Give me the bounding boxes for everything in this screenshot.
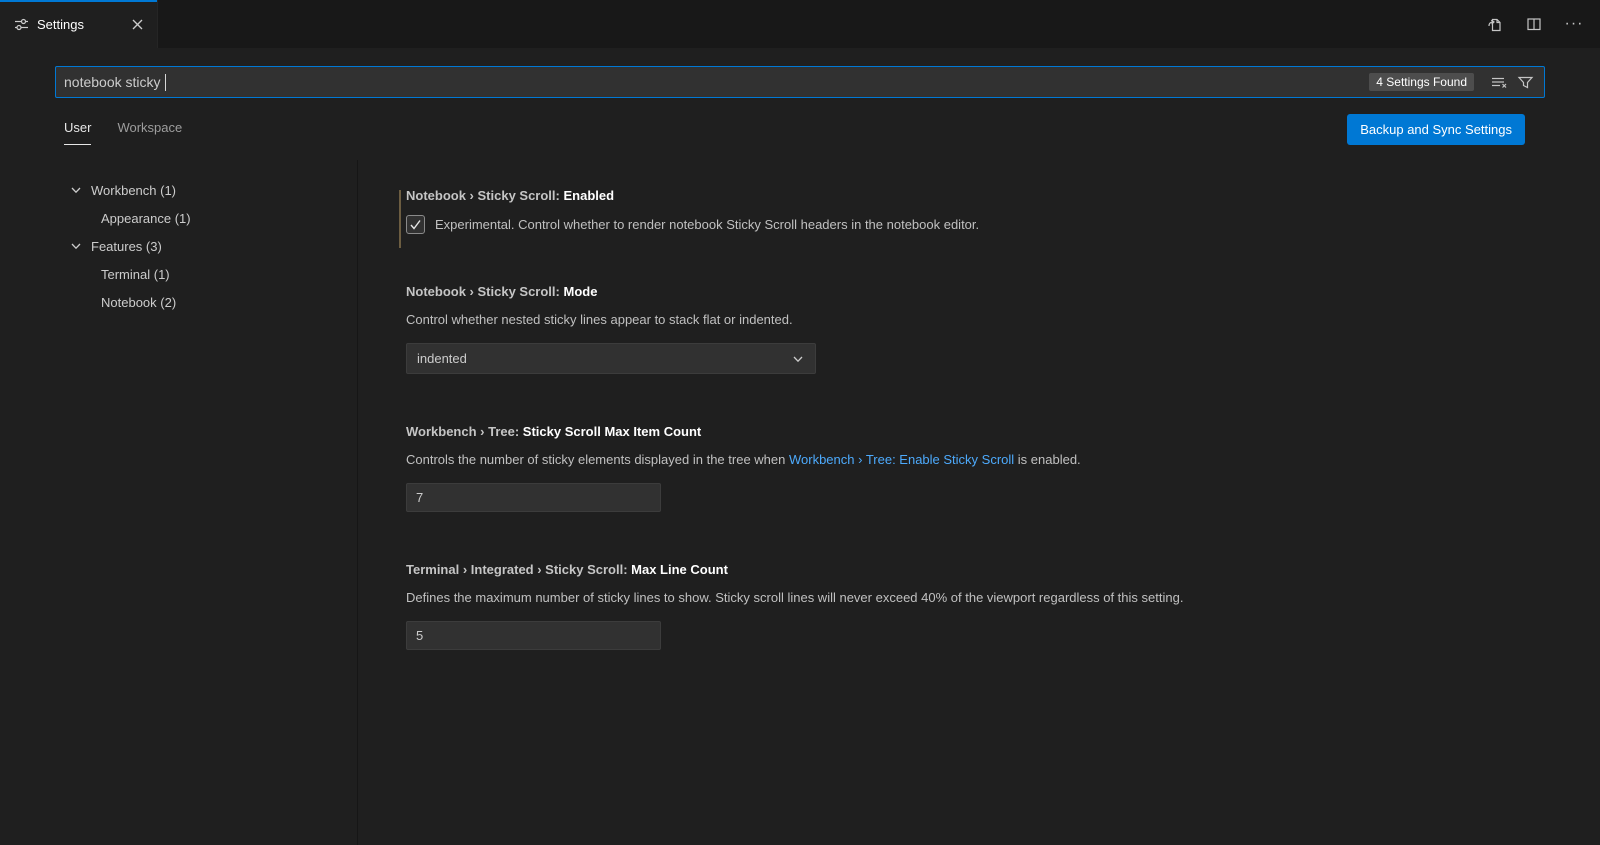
- setting-description: Defines the maximum number of sticky lin…: [406, 590, 1183, 605]
- checkmark-icon: [409, 218, 422, 231]
- clear-search-icon[interactable]: [1488, 71, 1510, 93]
- setting-title: Notebook › Sticky Scroll: Enabled: [406, 188, 1560, 203]
- setting-description: Control whether nested sticky lines appe…: [406, 312, 793, 327]
- search-value: notebook sticky: [64, 74, 161, 90]
- setting-checkbox[interactable]: [406, 215, 425, 234]
- split-editor-icon[interactable]: [1522, 12, 1546, 36]
- chevron-down-icon: [69, 239, 83, 253]
- tab-close-icon[interactable]: [127, 14, 147, 34]
- setting-row-workbench-tree-sticky-scroll-max-item-count: Workbench › Tree: Sticky Scroll Max Item…: [406, 424, 1560, 512]
- open-settings-json-icon[interactable]: [1482, 12, 1506, 36]
- chevron-down-icon: [791, 352, 805, 366]
- setting-description: Experimental. Control whether to render …: [435, 216, 979, 234]
- backup-sync-settings-button[interactable]: Backup and Sync Settings: [1347, 114, 1525, 145]
- toc-item-label: Appearance (1): [101, 211, 191, 226]
- toc-item-terminal[interactable]: Terminal (1): [0, 260, 357, 288]
- toc-item-label: Notebook (2): [101, 295, 176, 310]
- toc-item-notebook[interactable]: Notebook (2): [0, 288, 357, 316]
- toc-item-label: Features (3): [91, 239, 162, 254]
- chevron-down-icon: [69, 183, 83, 197]
- filter-icon[interactable]: [1514, 71, 1536, 93]
- setting-category: Notebook › Sticky Scroll:: [406, 284, 563, 299]
- setting-title: Notebook › Sticky Scroll: Mode: [406, 284, 1560, 299]
- editor-tab-bar: Settings: [0, 0, 1600, 48]
- setting-label: Sticky Scroll Max Item Count: [523, 424, 701, 439]
- setting-category: Notebook › Sticky Scroll:: [406, 188, 563, 203]
- search-row: notebook sticky 4 Settings Found: [0, 48, 1600, 98]
- setting-number-input[interactable]: 5: [406, 621, 661, 650]
- setting-row-notebook-sticky-scroll-mode: Notebook › Sticky Scroll: Mode Control wh…: [406, 284, 1560, 374]
- text-cursor: [165, 74, 166, 91]
- number-value: 5: [416, 628, 423, 643]
- settings-sliders-icon: [14, 17, 29, 32]
- settings-list: Notebook › Sticky Scroll: Enabled Experim…: [358, 160, 1600, 845]
- setting-title: Workbench › Tree: Sticky Scroll Max Item…: [406, 424, 1560, 439]
- tab-workspace-label: Workspace: [117, 120, 182, 135]
- setting-category: Terminal › Integrated › Sticky Scroll:: [406, 562, 631, 577]
- settings-content: Workbench (1) Appearance (1) Features (3) T…: [0, 160, 1600, 845]
- setting-label: Enabled: [563, 188, 614, 203]
- tab-user-label: User: [64, 120, 91, 135]
- setting-number-input[interactable]: 7: [406, 483, 661, 512]
- settings-search-input[interactable]: notebook sticky 4 Settings Found: [55, 66, 1545, 98]
- vscode-settings-editor: Settings: [0, 0, 1600, 845]
- tab-settings[interactable]: Settings: [0, 0, 158, 48]
- select-value: indented: [417, 351, 467, 366]
- setting-title: Terminal › Integrated › Sticky Scroll: M…: [406, 562, 1560, 577]
- more-actions-icon[interactable]: ···: [1562, 12, 1586, 36]
- editor-actions: ···: [1482, 0, 1586, 48]
- scope-row: User Workspace Backup and Sync Settings: [0, 98, 1600, 160]
- toc-item-workbench[interactable]: Workbench (1): [0, 176, 357, 204]
- checkbox-row: Experimental. Control whether to render …: [406, 215, 1560, 234]
- toc-item-appearance[interactable]: Appearance (1): [0, 204, 357, 232]
- toc-item-features[interactable]: Features (3): [0, 232, 357, 260]
- setting-select[interactable]: indented: [406, 343, 816, 374]
- setting-row-terminal-integrated-sticky-scroll-max-line-count: Terminal › Integrated › Sticky Scroll: M…: [406, 562, 1560, 650]
- settings-count-badge: 4 Settings Found: [1369, 73, 1474, 91]
- setting-description-wrap: Defines the maximum number of sticky lin…: [406, 589, 1560, 607]
- scope-tabs: User Workspace: [64, 120, 182, 145]
- setting-row-notebook-sticky-scroll-enabled: Notebook › Sticky Scroll: Enabled Experim…: [406, 188, 1560, 234]
- tab-workspace[interactable]: Workspace: [117, 120, 182, 145]
- modified-indicator: [399, 190, 401, 248]
- setting-category: Workbench › Tree:: [406, 424, 523, 439]
- toc-item-label: Workbench (1): [91, 183, 176, 198]
- setting-description-wrap: Controls the number of sticky elements d…: [406, 451, 1560, 469]
- setting-description: Controls the number of sticky elements d…: [406, 452, 1081, 467]
- toc-item-label: Terminal (1): [101, 267, 170, 282]
- settings-toc: Workbench (1) Appearance (1) Features (3) T…: [0, 160, 358, 845]
- setting-description-wrap: Control whether nested sticky lines appe…: [406, 311, 1560, 329]
- number-value: 7: [416, 490, 423, 505]
- setting-label: Max Line Count: [631, 562, 728, 577]
- tab-title: Settings: [37, 17, 84, 32]
- setting-link[interactable]: Workbench › Tree: Enable Sticky Scroll: [789, 452, 1014, 467]
- tab-user[interactable]: User: [64, 120, 91, 145]
- setting-label: Mode: [563, 284, 597, 299]
